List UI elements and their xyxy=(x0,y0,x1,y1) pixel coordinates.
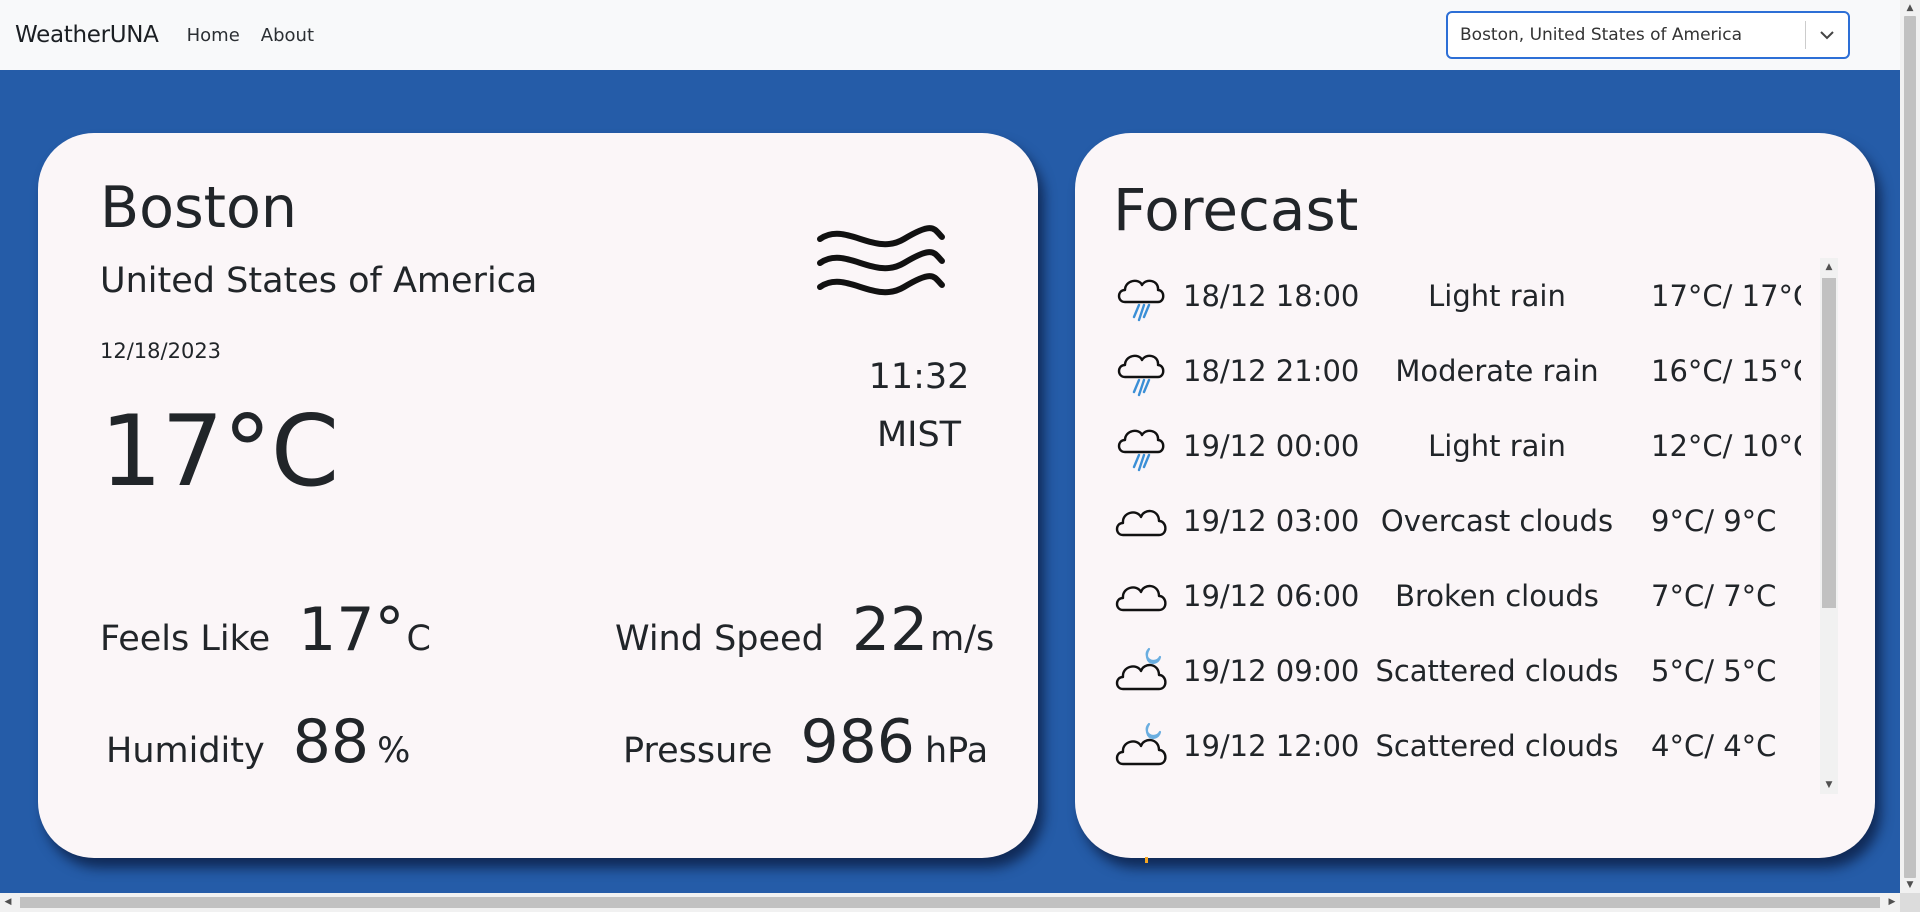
forecast-temperatures: 7°C/ 7°C xyxy=(1651,578,1777,613)
scroll-down-arrow-icon[interactable]: ▼ xyxy=(1820,778,1838,792)
navbar: WeatherUNA Home About Boston, United Sta… xyxy=(0,0,1900,70)
mist-icon xyxy=(816,223,946,303)
forecast-description: Light rain xyxy=(1428,278,1566,313)
forecast-scroll-thumb[interactable] xyxy=(1822,278,1836,608)
pressure-unit: hPa xyxy=(924,731,989,771)
page-vertical-scrollbar[interactable]: ▲ ▼ xyxy=(1900,0,1920,893)
rain-icon xyxy=(1113,266,1183,326)
feels-like-value: 17° xyxy=(298,595,405,665)
forecast-row: 19/12 09:00 Scattered clouds 5°C/ 5°C xyxy=(1113,633,1801,708)
humidity-unit: % xyxy=(377,731,411,771)
forecast-row: 19/12 06:00 Broken clouds 7°C/ 7°C xyxy=(1113,558,1801,633)
scroll-down-arrow-icon[interactable]: ▼ xyxy=(1900,877,1920,893)
pressure-metric: Pressure 986 hPa xyxy=(623,707,988,777)
forecast-datetime: 18/12 18:00 xyxy=(1183,278,1360,313)
current-weather-card: Boston United States of America 12/18/20… xyxy=(38,133,1038,858)
current-time: 11:32 xyxy=(868,357,970,397)
wind-speed-unit: m/s xyxy=(930,619,995,659)
page-vertical-scroll-thumb[interactable] xyxy=(1904,16,1916,878)
forecast-datetime: 18/12 21:00 xyxy=(1183,353,1360,388)
forecast-scrollbar[interactable]: ▲ ▼ xyxy=(1820,258,1838,794)
cloud-moon-icon xyxy=(1113,716,1183,776)
country-name: United States of America xyxy=(100,261,538,301)
scroll-right-arrow-icon[interactable]: ▶ xyxy=(1884,893,1900,912)
forecast-temperatures: 12°C/ 10°C xyxy=(1651,428,1801,463)
city-name: Boston xyxy=(100,175,298,241)
scrollbar-corner xyxy=(1900,893,1920,912)
page-horizontal-scrollbar[interactable]: ◀ ▶ xyxy=(0,893,1900,912)
nav-link-about[interactable]: About xyxy=(261,25,314,46)
forecast-row: 19/12 12:00 Scattered clouds 4°C/ 4°C xyxy=(1113,708,1801,783)
forecast-row: 19/12 03:00 Overcast clouds 9°C/ 9°C xyxy=(1113,483,1801,558)
scroll-up-arrow-icon[interactable]: ▲ xyxy=(1900,0,1920,16)
cloud-icon xyxy=(1113,491,1183,551)
humidity-metric: Humidity 88 % xyxy=(106,707,410,777)
city-select[interactable]: Boston, United States of America xyxy=(1446,11,1850,59)
forecast-temperatures: 9°C/ 9°C xyxy=(1651,503,1777,538)
brand-logo-link[interactable]: WeatherUNA xyxy=(15,22,159,48)
nav-link-home[interactable]: Home xyxy=(187,25,240,46)
feels-like-unit: C xyxy=(406,619,431,659)
wind-speed-label: Wind Speed xyxy=(615,619,824,659)
wind-speed-metric: Wind Speed 22 m/s xyxy=(615,595,994,665)
forecast-datetime: 19/12 00:00 xyxy=(1183,428,1360,463)
forecast-description: Moderate rain xyxy=(1395,353,1599,388)
main-area: Boston United States of America 12/18/20… xyxy=(0,70,1900,893)
forecast-datetime: 19/12 12:00 xyxy=(1183,728,1360,763)
forecast-row: 18/12 18:00 Light rain 17°C/ 17°C xyxy=(1113,258,1801,333)
forecast-description: Broken clouds xyxy=(1395,578,1599,613)
city-select-value: Boston, United States of America xyxy=(1460,25,1743,45)
pressure-value: 986 xyxy=(800,707,915,777)
forecast-description: Scattered clouds xyxy=(1375,653,1619,688)
feels-like-metric: Feels Like 17° C xyxy=(100,595,431,665)
forecast-title: Forecast xyxy=(1113,176,1359,244)
forecast-list[interactable]: 18/12 18:00 Light rain 17°C/ 17°C 18/12 21:… xyxy=(1113,258,1801,794)
forecast-description: Scattered clouds xyxy=(1375,728,1619,763)
forecast-datetime: 19/12 06:00 xyxy=(1183,578,1360,613)
humidity-label: Humidity xyxy=(106,731,265,771)
current-condition: MIST xyxy=(876,415,962,455)
rain-icon xyxy=(1113,416,1183,476)
forecast-row: 19/12 00:00 Light rain 12°C/ 10°C xyxy=(1113,408,1801,483)
cloud-icon xyxy=(1113,566,1183,626)
feels-like-label: Feels Like xyxy=(100,619,271,659)
forecast-datetime: 19/12 03:00 xyxy=(1183,503,1360,538)
pressure-label: Pressure xyxy=(623,731,773,771)
wind-speed-value: 22 xyxy=(851,595,929,665)
forecast-row: 18/12 21:00 Moderate rain 16°C/ 15°C xyxy=(1113,333,1801,408)
forecast-temperatures: 5°C/ 5°C xyxy=(1651,653,1777,688)
scroll-left-arrow-icon[interactable]: ◀ xyxy=(0,893,16,912)
humidity-value: 88 xyxy=(292,707,370,777)
current-date: 12/18/2023 xyxy=(100,339,222,363)
forecast-card: Forecast 18/12 18:00 Light rain 17°C/ 17°C… xyxy=(1075,133,1875,858)
page-horizontal-scroll-thumb[interactable] xyxy=(20,897,1880,908)
forecast-datetime: 19/12 09:00 xyxy=(1183,653,1360,688)
forecast-description: Light rain xyxy=(1428,428,1566,463)
forecast-description: Overcast clouds xyxy=(1380,503,1614,538)
scroll-up-arrow-icon[interactable]: ▲ xyxy=(1820,260,1838,274)
chevron-down-icon[interactable] xyxy=(1806,13,1848,57)
current-temperature: 17°C xyxy=(100,395,339,509)
forecast-temperatures: 4°C/ 4°C xyxy=(1651,728,1777,763)
rain-icon xyxy=(1113,341,1183,401)
forecast-temperatures: 17°C/ 17°C xyxy=(1651,278,1801,313)
forecast-temperatures: 16°C/ 15°C xyxy=(1651,353,1801,388)
cloud-moon-icon xyxy=(1113,641,1183,701)
partial-sun-icon xyxy=(1145,857,1148,863)
